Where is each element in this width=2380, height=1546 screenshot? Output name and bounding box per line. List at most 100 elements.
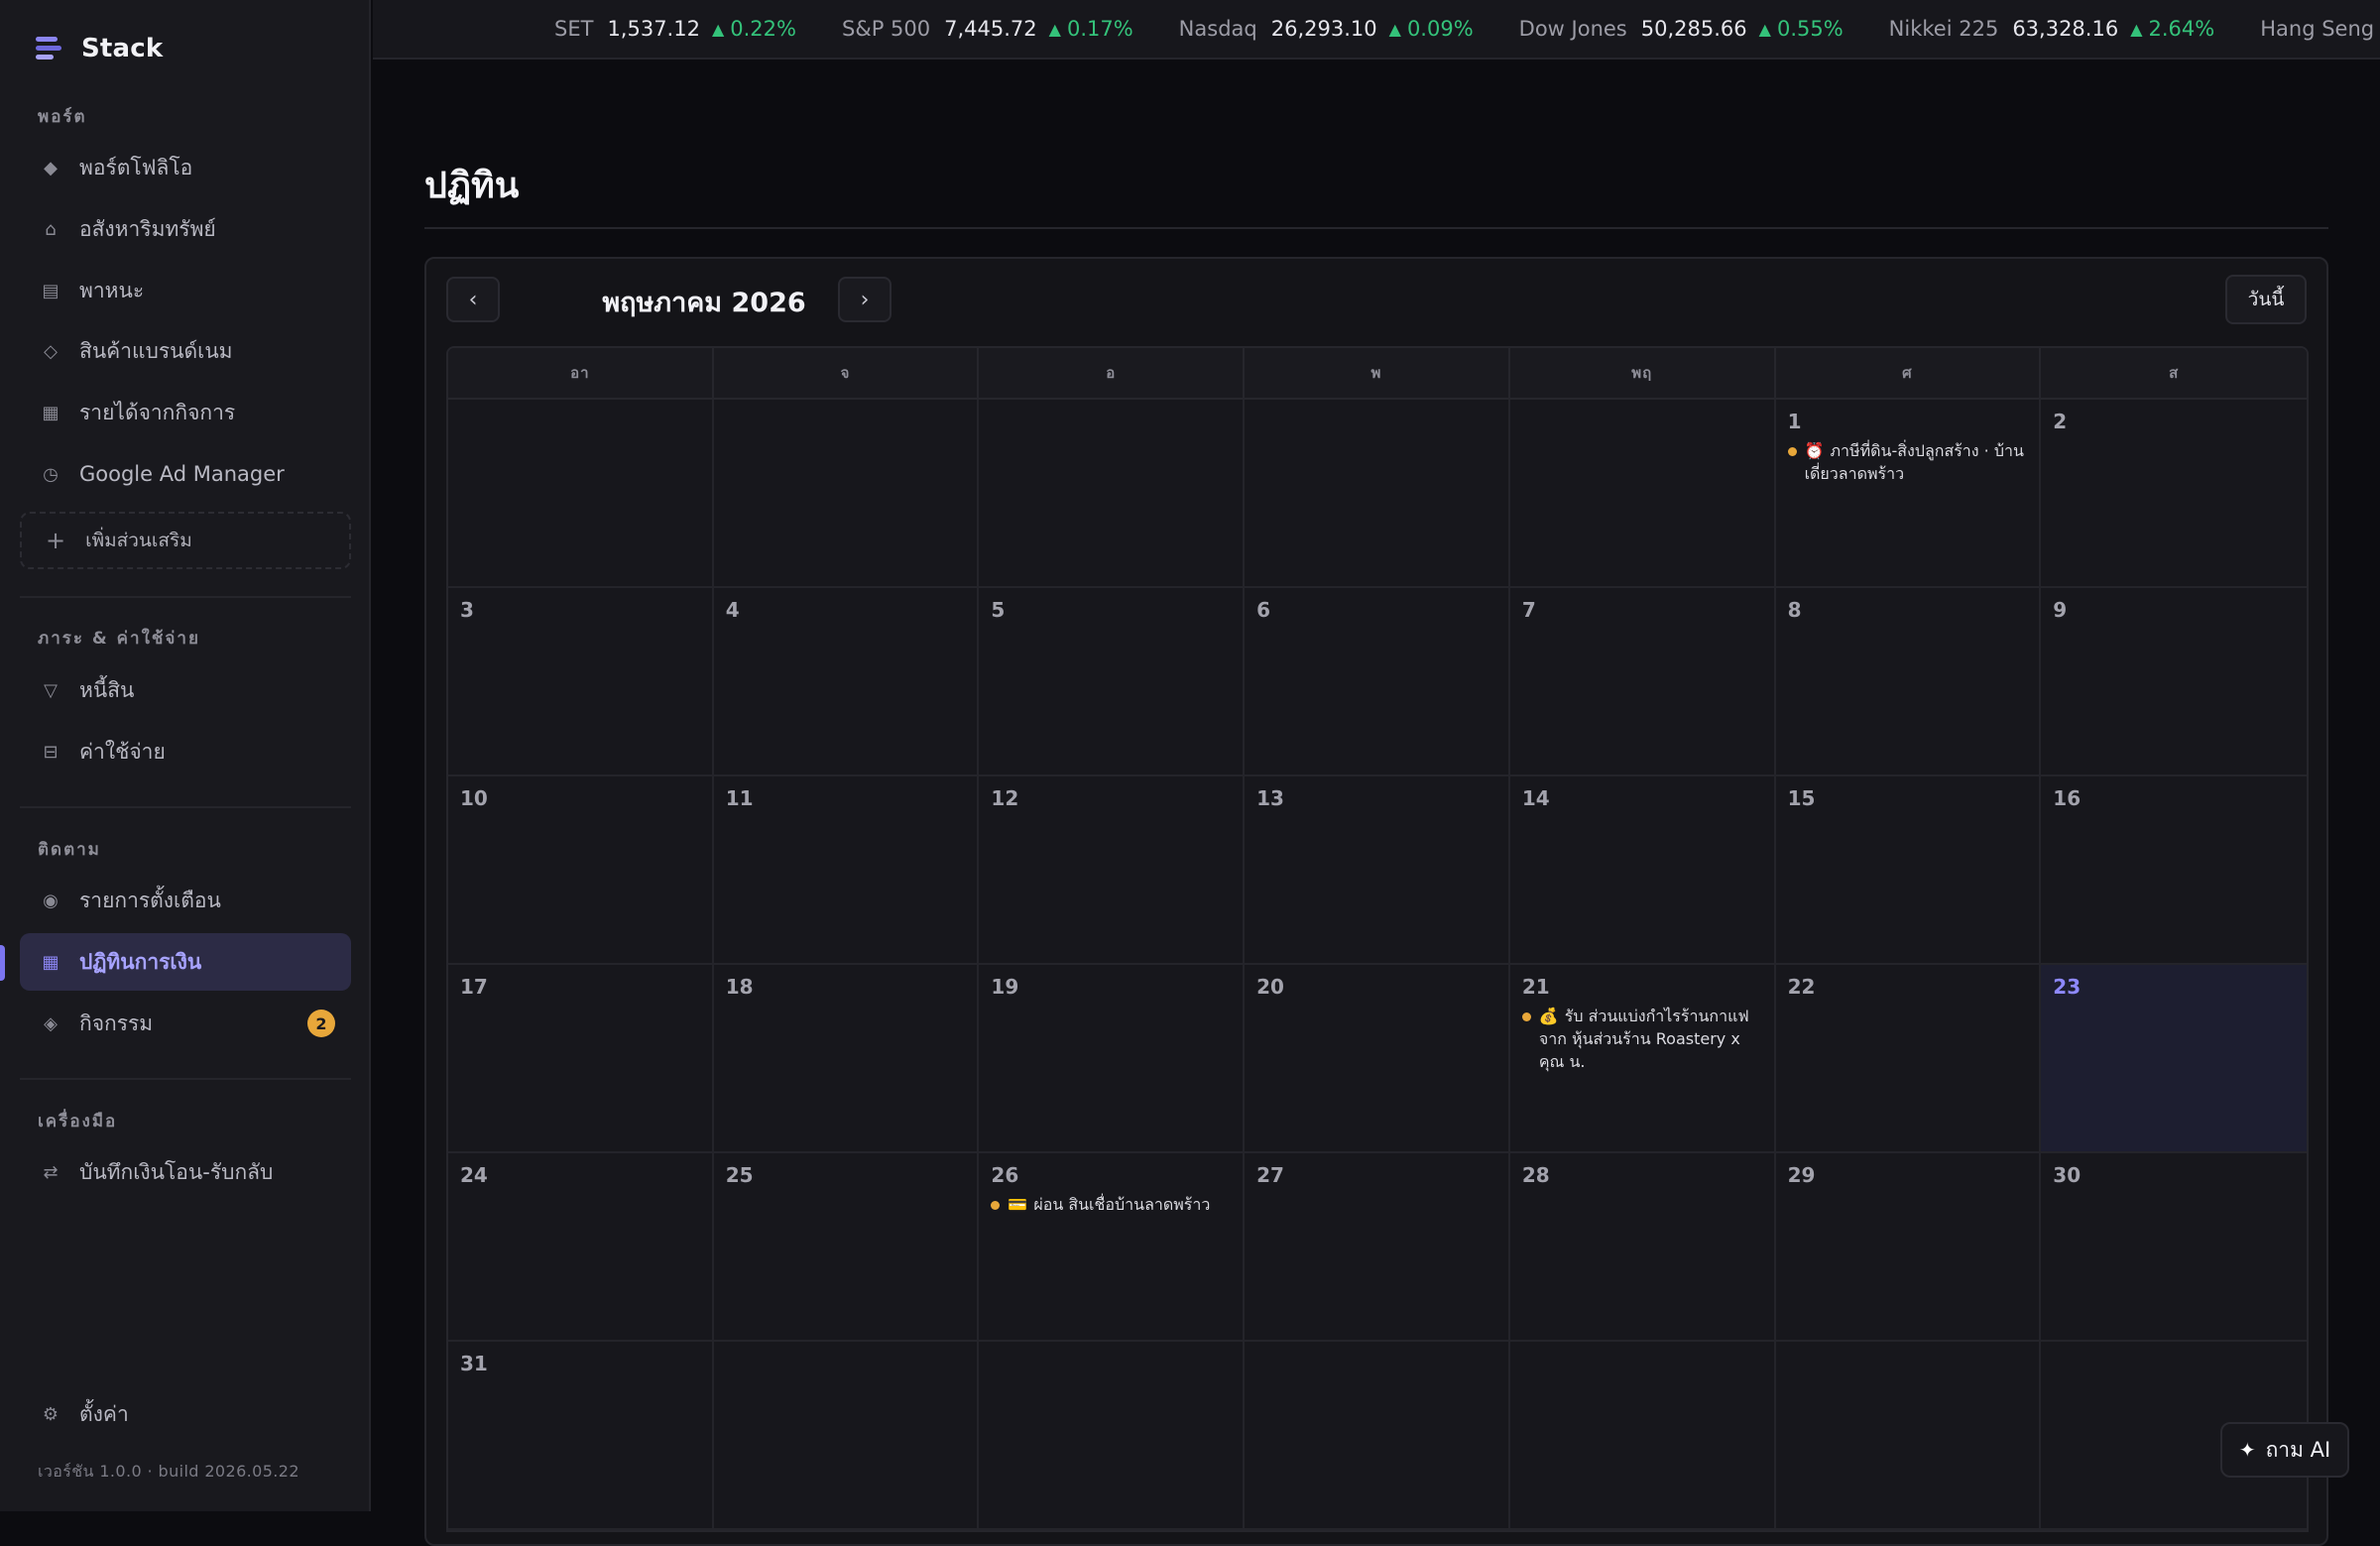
calendar-day-cell[interactable]: 10 [448,776,714,965]
ticker-item[interactable]: Nikkei 225 63,328.16 2.64% [1889,17,2215,41]
day-number: 13 [1256,786,1284,810]
sidebar-divider [20,806,351,808]
calendar-day-cell[interactable]: 26 💳 ผ่อน สินเชื่อบ้านลาดพร้าว [979,1153,1246,1342]
calendar-day-cell[interactable]: 14 [1509,776,1776,965]
calendar-day-cell[interactable]: 24 [448,1153,714,1342]
sidebar-item-business-income[interactable]: ▦ รายได้จากกิจการ [20,384,351,441]
ticker-name: S&P 500 [841,17,931,41]
sidebar-item-label: ตั้งค่า [79,1401,129,1426]
sidebar-item-expenses[interactable]: ⊟ ค่าใช้จ่าย [20,723,351,780]
calendar-day-cell[interactable]: 19 [979,965,1246,1153]
calendar-event[interactable]: ⏰ ภาษีที่ดิน-สิ่งปลูกสร้าง · บ้านเดี่ยวลา… [1787,439,2028,485]
section-portfolio: พอร์ต [38,107,87,127]
calendar-day-cell[interactable]: 1 ⏰ ภาษีที่ดิน-สิ่งปลูกสร้าง · บ้านเดี่ยวล… [1775,400,2042,588]
calendar-day-cell[interactable]: 13 [1245,776,1510,965]
add-extension-button[interactable]: + เพิ่มส่วนเสริม [20,512,351,569]
prev-month-button[interactable]: ‹ [446,277,500,322]
calendar-day-cell[interactable]: 27 [1245,1153,1510,1342]
sidebar-item-activities[interactable]: ◈ กิจกรรม 2 [20,995,351,1052]
event-dot-icon [991,1201,1001,1210]
calendar-day-cell[interactable]: 4 [713,588,980,776]
calendar-day-cell[interactable]: 18 [713,965,980,1153]
activities-count-badge: 2 [307,1010,335,1037]
ticker-item[interactable]: Hang Seng [2260,17,2380,41]
sparkle-icon: ✦ [2238,1438,2256,1462]
calendar-day-cell[interactable]: 2 [2041,400,2307,588]
calendar-day-cell[interactable]: 3 [448,588,714,776]
day-number: 10 [460,786,488,810]
sidebar-item-label: ปฏิทินการเงิน [79,949,202,974]
sidebar-item-transfers[interactable]: ⇄ บันทึกเงินโอน-รับกลับ [20,1143,351,1201]
calendar-day-cell [713,1342,980,1530]
ticker-value: 50,285.66 [1640,17,1747,41]
calendar-day-cell[interactable]: 20 [1245,965,1510,1153]
ticker-change: 2.64% [2130,17,2215,41]
home-icon: ⌂ [45,218,57,240]
calendar-day-cell[interactable]: 11 [713,776,980,965]
calendar-day-cell[interactable]: 22 [1775,965,2042,1153]
day-number: 18 [725,975,754,999]
ticker-name: Hang Seng [2260,17,2375,41]
sidebar-item-label: พาหนะ [79,278,145,302]
weekday-label: ส [2169,364,2180,382]
calendar-day-cell[interactable]: 30 [2041,1153,2307,1342]
brand[interactable]: Stack [36,34,163,63]
sidebar-item-portfolio[interactable]: ◆ พอร์ตโฟลิโอ [20,139,351,196]
ticker-item[interactable]: Nasdaq 26,293.10 0.09% [1179,17,1474,41]
today-button[interactable]: วันนี้ [2225,275,2307,324]
calendar-day-cell[interactable]: 15 [1775,776,2042,965]
weekday-label: พ [1245,348,1510,398]
calendar-day-cell[interactable]: 25 [713,1153,980,1342]
month-label: พฤษภาคม 2026 [602,288,806,318]
calendar-day-cell[interactable]: 7 [1509,588,1776,776]
day-number: 26 [991,1163,1019,1187]
calendar-day-cell[interactable]: 31 [448,1342,714,1530]
calendar-day-cell[interactable]: 16 [2041,776,2307,965]
ticker-change: 0.55% [1759,17,1844,41]
bell-icon: ◉ [43,890,59,911]
calendar-day-cell[interactable]: 21 💰 รับ ส่วนแบ่งกำไรร้านกาแฟ จาก หุ้นส่วน… [1509,965,1776,1153]
diamond-icon: ◆ [44,157,58,178]
calendar-day-cell[interactable]: 12 [979,776,1246,965]
day-number: 22 [1787,975,1816,999]
sidebar-item-brand-goods[interactable]: ◇ สินค้าแบรนด์เนม [20,322,351,380]
calendar-day-cell[interactable]: 23 [2041,965,2307,1153]
sidebar-divider [20,1078,351,1080]
sidebar-item-finance-calendar[interactable]: ▦ ปฏิทินการเงิน [20,933,351,991]
ask-ai-button[interactable]: ✦ ถาม AI [2220,1422,2349,1478]
ticker-name: Nasdaq [1178,17,1257,41]
event-dot-icon [1521,1012,1531,1021]
sidebar-item-reminders[interactable]: ◉ รายการตั้งเตือน [20,872,351,929]
sidebar-item-settings[interactable]: ⚙ ตั้งค่า [20,1385,351,1443]
calendar-day-cell [1775,1342,2042,1530]
sidebar-item-google-ad-manager[interactable]: ◷ Google Ad Manager [20,445,351,503]
sidebar-item-vehicles[interactable]: ▤ พาหนะ [20,262,351,319]
sidebar-item-real-estate[interactable]: ⌂ อสังหาริมทรัพย์ [20,200,351,258]
ticker-item[interactable]: Dow Jones 50,285.66 0.55% [1519,17,1844,41]
day-number: 30 [2053,1163,2082,1187]
ticker-item[interactable]: S&P 500 7,445.72 0.17% [842,17,1133,41]
calendar-day-cell[interactable]: 5 [979,588,1246,776]
ticker-value: 63,328.16 [2012,17,2119,41]
calendar-event[interactable]: 💳 ผ่อน สินเชื่อบ้านลาดพร้าว [991,1193,1231,1216]
calendar-day-cell[interactable]: 6 [1245,588,1510,776]
calendar-day-cell [979,400,1246,588]
calendar-day-cell[interactable]: 29 [1775,1153,2042,1342]
weekday-label: ศ [1776,348,2042,398]
ticker-track: SET 1,537.12 0.22% S&P 500 7,445.72 0.17… [554,0,2380,58]
calendar-day-cell[interactable]: 28 [1509,1153,1776,1342]
calendar-event[interactable]: 💰 รับ ส่วนแบ่งกำไรร้านกาแฟ จาก หุ้นส่วนร้… [1521,1005,1762,1073]
day-number: 6 [1256,598,1271,622]
clock-icon: ◷ [43,463,59,485]
ticker-item[interactable]: SET 1,537.12 0.22% [554,17,796,41]
next-month-button[interactable]: › [838,277,892,322]
calendar-day-cell[interactable]: 9 [2041,588,2307,776]
day-number: 7 [1521,598,1536,622]
page-title: ปฏิทิน [424,166,520,206]
calendar-day-cell[interactable]: 17 [448,965,714,1153]
calendar-day-cell[interactable]: 8 [1775,588,2042,776]
day-number: 14 [1521,786,1550,810]
sidebar-item-liabilities[interactable]: ▽ หนี้สิน [20,661,351,719]
weekday-header: อา จ อ พ พฤ ศ ส [448,348,2307,400]
day-number: 31 [460,1352,488,1375]
